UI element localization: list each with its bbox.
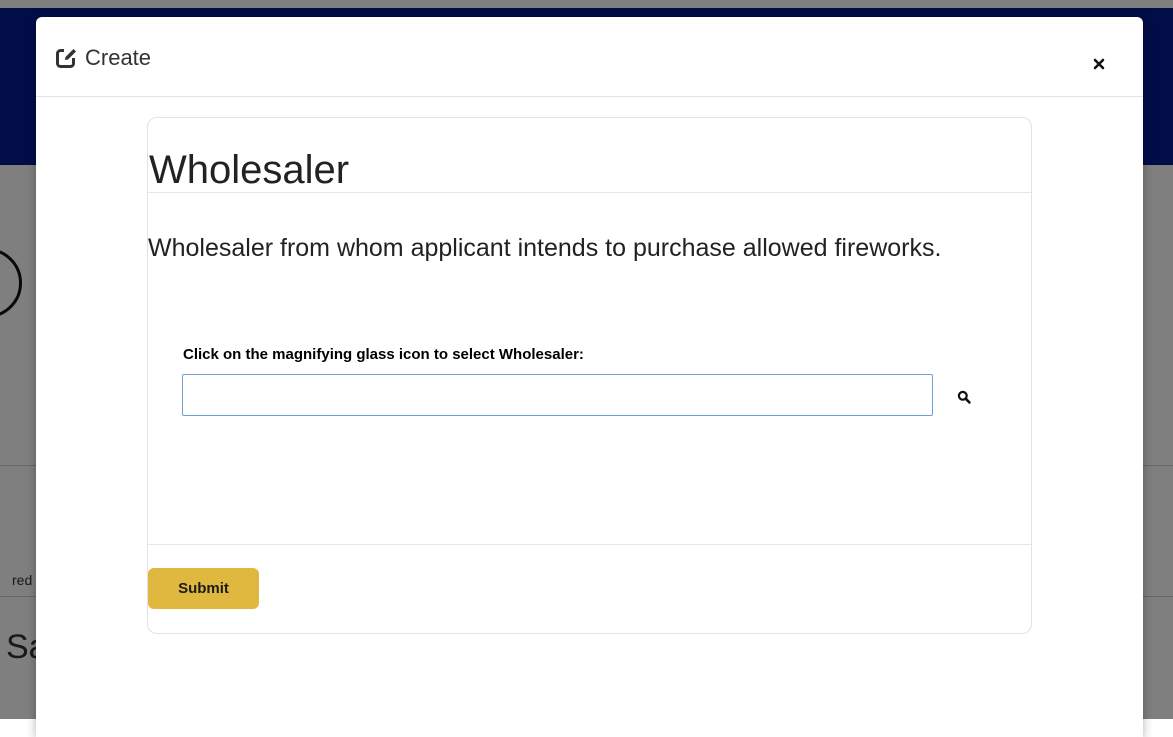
modal-title-text: Create xyxy=(85,45,152,70)
edit-icon xyxy=(56,46,78,69)
search-icon xyxy=(957,390,971,404)
form-heading: Wholesaler xyxy=(149,148,350,192)
form-description: Wholesaler from whom applicant intends t… xyxy=(148,234,942,262)
modal-title: Create xyxy=(56,45,151,71)
close-button[interactable] xyxy=(1086,51,1112,77)
modal-header: Create xyxy=(36,17,1143,97)
close-icon xyxy=(1092,57,1106,71)
wholesaler-search-button[interactable] xyxy=(953,386,975,408)
wholesaler-field-label: Click on the magnifying glass icon to se… xyxy=(183,346,584,363)
wholesaler-input[interactable] xyxy=(182,374,933,416)
heading-divider xyxy=(148,192,1031,193)
wholesaler-form-card: Wholesaler Wholesaler from whom applican… xyxy=(147,117,1032,634)
submit-button[interactable]: Submit xyxy=(148,568,259,609)
create-modal: Create Wholesaler Wholesaler from whom a… xyxy=(36,17,1143,737)
footer-divider xyxy=(148,544,1031,545)
